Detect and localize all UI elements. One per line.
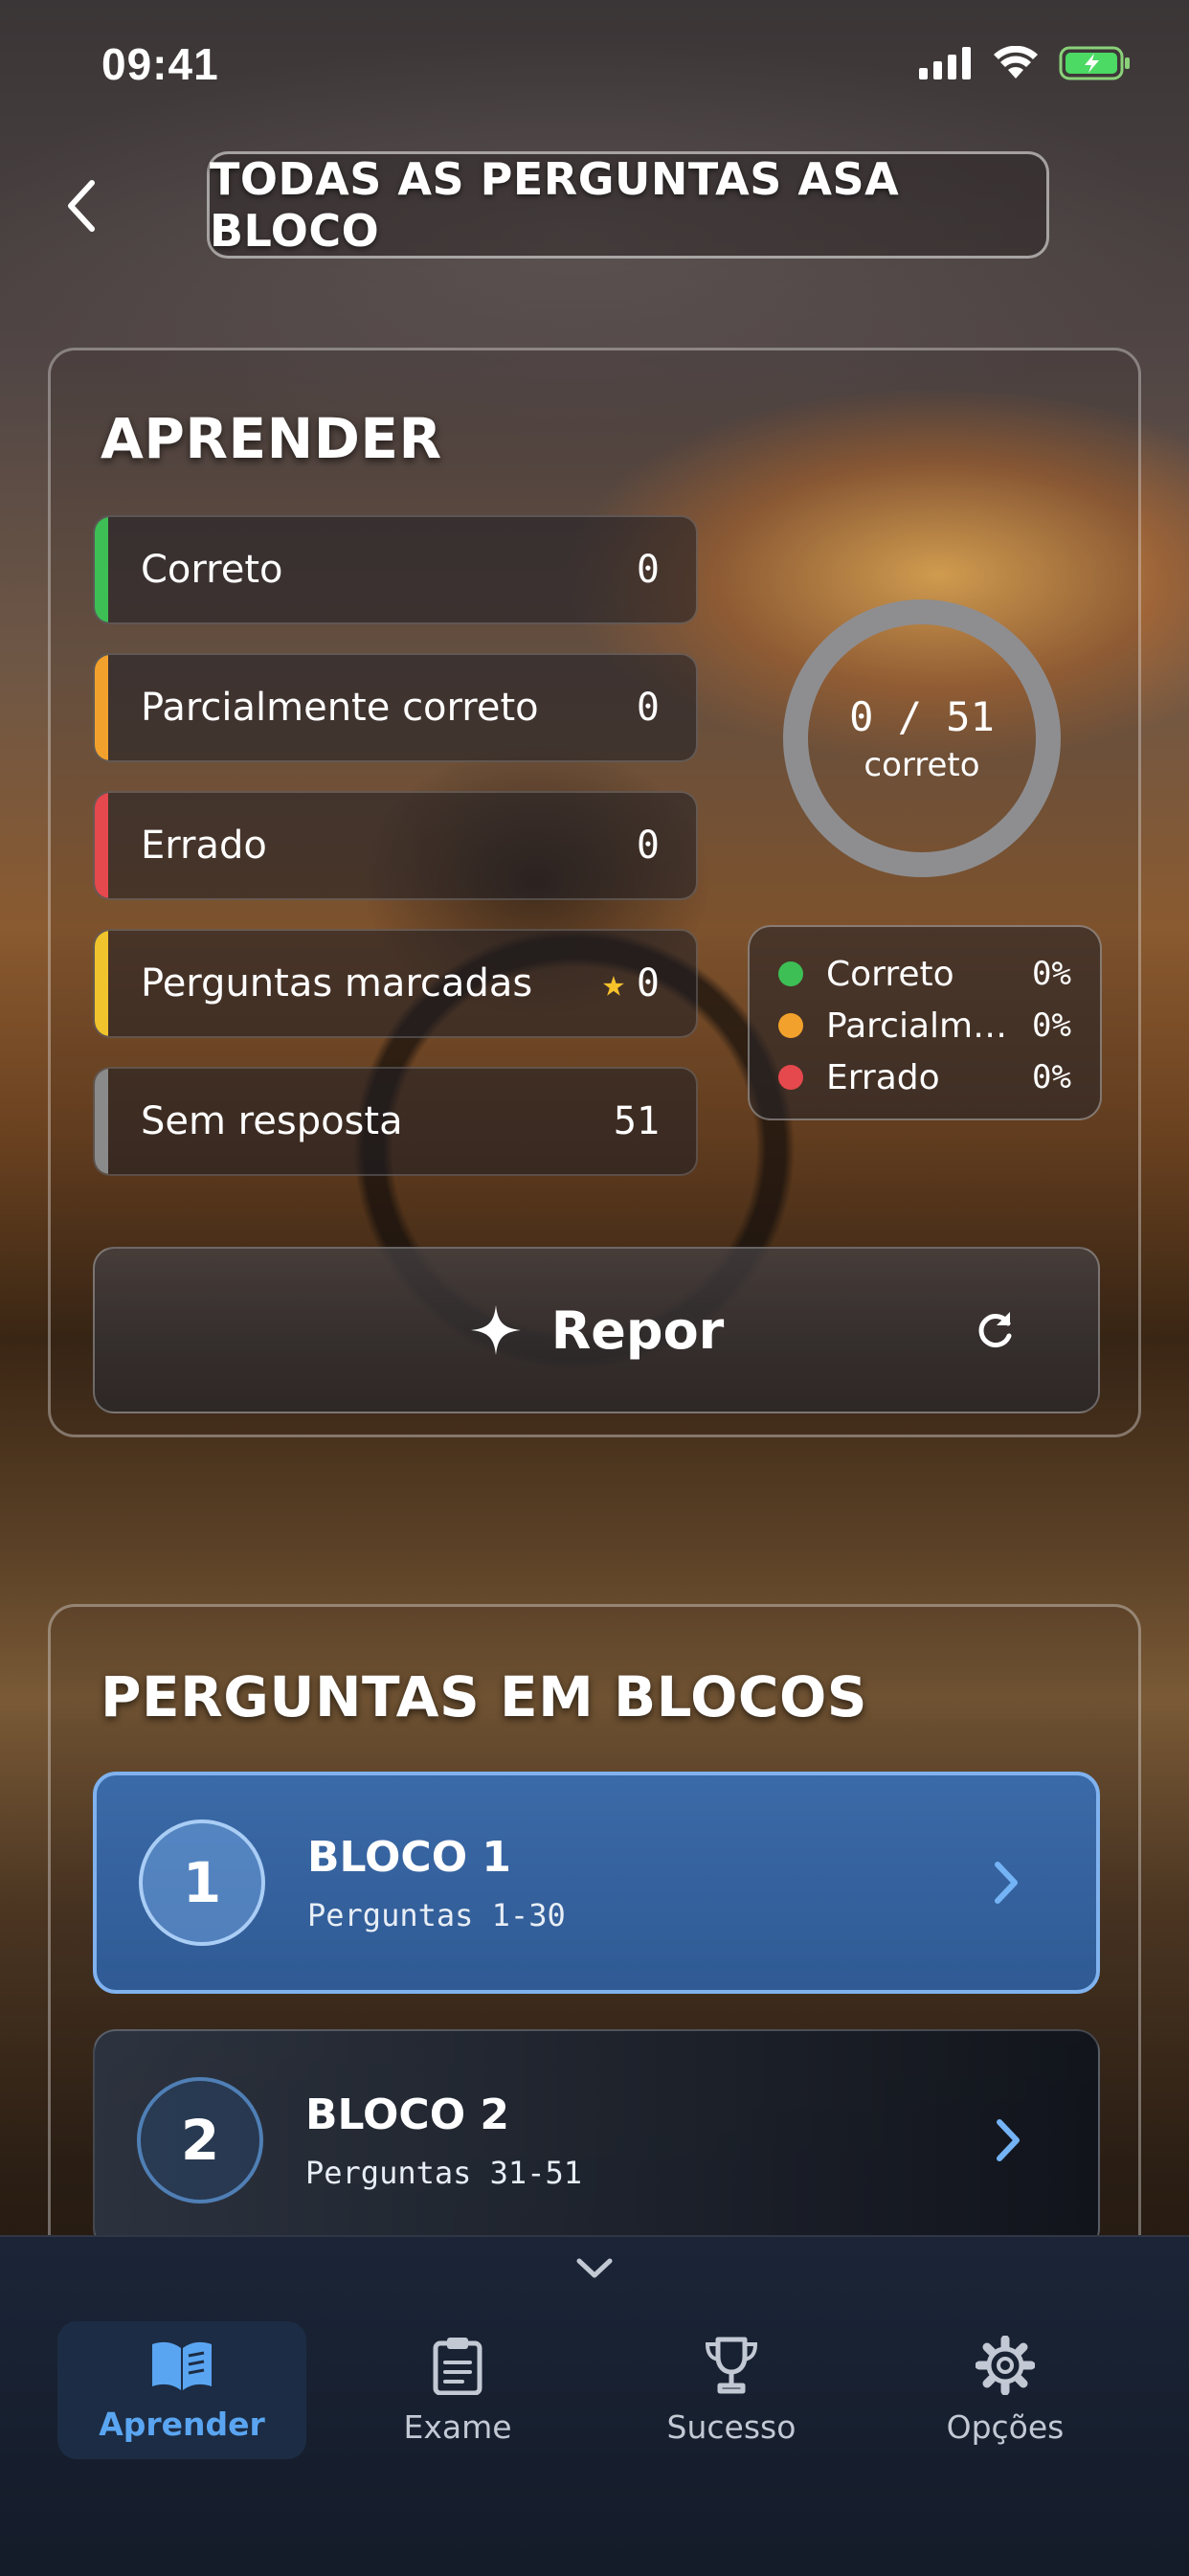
wifi-icon: [994, 46, 1038, 79]
block-subtitle: Perguntas 31-51: [305, 2154, 582, 2191]
legend-pct: 0%: [1032, 1006, 1071, 1045]
status-time: 09:41: [101, 39, 219, 89]
stat-value: 51: [613, 1099, 660, 1143]
refresh-icon: [978, 1312, 1012, 1348]
status-bar: 09:41: [0, 0, 1189, 124]
chevron-down-icon: [576, 2258, 613, 2278]
stat-unanswered[interactable]: Sem resposta 51: [93, 1067, 698, 1176]
reset-label: Repor: [550, 1299, 725, 1361]
legend-item: Errado 0%: [778, 1051, 1071, 1103]
battery-icon: [1059, 46, 1130, 80]
signal-icon: [919, 47, 971, 79]
progress-count: 0 / 51: [849, 692, 995, 740]
sparkle-icon: [470, 1305, 521, 1355]
status-icons: [919, 46, 1132, 80]
legend-pct: 0%: [1032, 1058, 1071, 1096]
tab-success[interactable]: Sucesso: [607, 2321, 856, 2459]
stat-wrong[interactable]: Errado 0: [93, 791, 698, 900]
stat-label: Parcialmente correto: [141, 686, 539, 730]
blocks-card: PERGUNTAS EM BLOCOS 1 BLOCO 1 Perguntas …: [48, 1604, 1141, 2294]
stat-label: Sem resposta: [141, 1099, 403, 1143]
legend-item: Correto 0%: [778, 948, 1071, 1000]
clipboard-icon: [433, 2337, 482, 2395]
tab-exam[interactable]: Exame: [333, 2321, 582, 2459]
star-icon: ★: [601, 961, 625, 1006]
stat-value: 0: [636, 548, 660, 592]
stat-correct[interactable]: Correto 0: [93, 515, 698, 624]
tab-label: Exame: [403, 2407, 512, 2446]
stat-value: ★ 0: [601, 961, 660, 1006]
tab-label: Aprender: [99, 2405, 265, 2443]
tab-options[interactable]: Opções: [881, 2321, 1130, 2459]
legend-label: Correto: [826, 954, 954, 994]
block-title: BLOCO 1: [307, 1832, 512, 1882]
tab-label: Opções: [946, 2407, 1065, 2446]
legend-item: Parcialmente correto 0%: [778, 1000, 1071, 1051]
learn-title: APRENDER: [101, 406, 442, 471]
chevron-right-icon: [977, 1861, 1035, 1905]
collapse-button[interactable]: [571, 2256, 618, 2294]
stat-value: 0: [636, 824, 660, 868]
book-icon: [152, 2341, 212, 2390]
chevron-left-icon: [68, 180, 95, 232]
progress-label: correto: [864, 745, 980, 784]
block-item-1[interactable]: 1 BLOCO 1 Perguntas 1-30: [93, 1772, 1100, 1994]
block-number: 1: [139, 1819, 265, 1946]
tab-bar: Aprender Exame Sucesso Opções: [0, 2235, 1189, 2576]
legend-label: Errado: [826, 1057, 940, 1097]
chevron-right-icon: [979, 2118, 1037, 2162]
stat-label: Perguntas marcadas: [141, 961, 533, 1006]
stat-color-bar: [95, 793, 108, 898]
legend-label: Parcialmente correto: [826, 1006, 1021, 1046]
tab-label: Sucesso: [666, 2407, 796, 2446]
stats-legend: Correto 0% Parcialmente correto 0% Errad…: [748, 925, 1102, 1120]
learn-card: APRENDER Correto 0 Parcialmente correto …: [48, 348, 1141, 1437]
block-number: 2: [137, 2077, 263, 2203]
block-item-2[interactable]: 2 BLOCO 2 Perguntas 31-51: [93, 2029, 1100, 2251]
stat-color-bar: [95, 655, 108, 760]
legend-dot: [778, 1013, 803, 1038]
page-title: TODAS AS PERGUNTAS ASA BLOCO: [207, 151, 1049, 259]
stat-partial[interactable]: Parcialmente correto 0: [93, 653, 698, 762]
trophy-icon: [705, 2337, 758, 2393]
stat-label: Correto: [141, 548, 283, 592]
back-button[interactable]: [57, 172, 105, 239]
gear-icon: [976, 2335, 1035, 2395]
stat-color-bar: [95, 931, 108, 1036]
stat-marked[interactable]: Perguntas marcadas ★ 0: [93, 929, 698, 1038]
stat-color-bar: [95, 1069, 108, 1174]
block-subtitle: Perguntas 1-30: [307, 1896, 566, 1933]
reset-button[interactable]: Repor: [93, 1247, 1100, 1413]
progress-ring: 0 / 51 correto: [778, 595, 1066, 882]
stat-color-bar: [95, 517, 108, 622]
legend-dot: [778, 1065, 803, 1090]
block-title: BLOCO 2: [305, 2090, 510, 2139]
legend-pct: 0%: [1032, 955, 1071, 993]
tab-learn[interactable]: Aprender: [57, 2321, 306, 2459]
stat-value: 0: [636, 686, 660, 730]
blocks-title: PERGUNTAS EM BLOCOS: [101, 1664, 868, 1729]
stat-label: Errado: [141, 824, 267, 868]
legend-dot: [778, 961, 803, 986]
